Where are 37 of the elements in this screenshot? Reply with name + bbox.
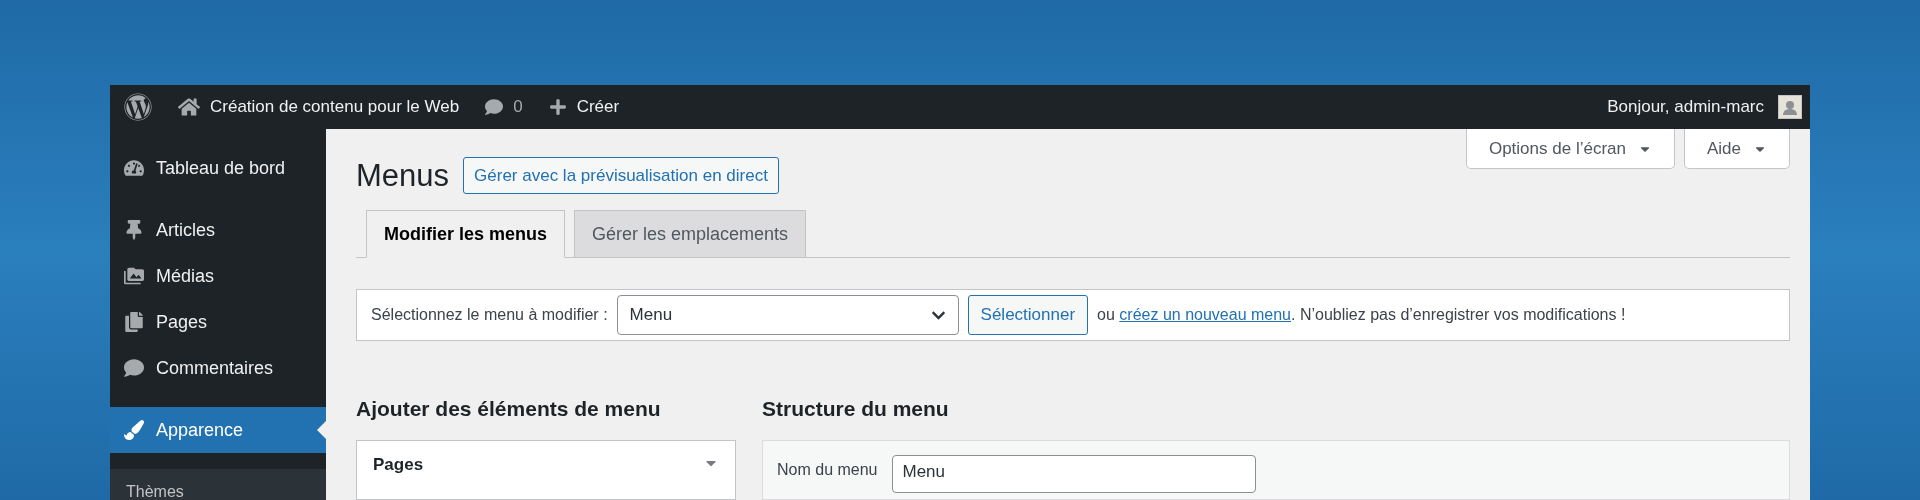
menu-dropdown[interactable]: Menu bbox=[616, 295, 959, 335]
comment-icon bbox=[124, 358, 144, 378]
sidebar-item[interactable]: Articles bbox=[110, 207, 326, 253]
paintbrush-icon bbox=[124, 420, 144, 440]
section-heading: Structure du menu bbox=[762, 397, 950, 421]
sidebar-item[interactable]: Pages bbox=[110, 299, 326, 345]
dashboard-icon bbox=[124, 158, 144, 178]
comments-link[interactable]: 0 bbox=[479, 85, 529, 129]
pages-icon bbox=[124, 312, 144, 332]
create-menu-link[interactable]: créez un nouveau menu bbox=[1119, 306, 1291, 323]
tab[interactable]: Modifier les menus bbox=[366, 210, 566, 258]
accordion-section[interactable]: Pages bbox=[356, 440, 736, 500]
sidebar-item[interactable]: Commentaires bbox=[110, 345, 326, 391]
new-link[interactable]: Créer bbox=[542, 85, 626, 129]
sidebar-item[interactable]: Médias bbox=[110, 253, 326, 299]
select-label: Sélectionnez le menu à modifier : bbox=[371, 306, 608, 324]
hint-text: ou créez un nouveau menu. N’oubliez pas d’enregistrer vos modifications ! bbox=[1097, 306, 1626, 324]
current-item-notch bbox=[317, 421, 326, 439]
menu-name-label: Nom du menu bbox=[777, 460, 878, 480]
media-icon bbox=[124, 266, 144, 286]
live-preview-button[interactable]: Gérer avec la prévisualisation en direct bbox=[463, 157, 779, 194]
tab[interactable]: Gérer les emplacements bbox=[574, 210, 807, 258]
sidebar-item[interactable]: Apparence bbox=[110, 407, 326, 453]
section-heading: Ajouter des éléments de menu bbox=[356, 397, 662, 421]
pushpin-icon bbox=[124, 220, 144, 240]
help-button[interactable]: Aide bbox=[1683, 129, 1790, 169]
menu-name-field[interactable]: Menu bbox=[891, 455, 1256, 493]
greeting-text[interactable]: Bonjour, admin-marc bbox=[1607, 97, 1764, 117]
sidebar-item[interactable]: Tableau de bord bbox=[110, 145, 326, 191]
home-icon bbox=[178, 96, 200, 118]
plus-icon bbox=[548, 98, 567, 116]
select-button[interactable]: Sélectionner bbox=[967, 295, 1089, 335]
avatar-icon[interactable] bbox=[1778, 95, 1802, 119]
screen-options-button[interactable]: Options de l’écran bbox=[1465, 129, 1675, 169]
page-title: Menus bbox=[356, 157, 450, 194]
site-name-link[interactable]: Création de contenu pour le Web bbox=[172, 85, 466, 129]
comment-icon bbox=[485, 98, 504, 116]
